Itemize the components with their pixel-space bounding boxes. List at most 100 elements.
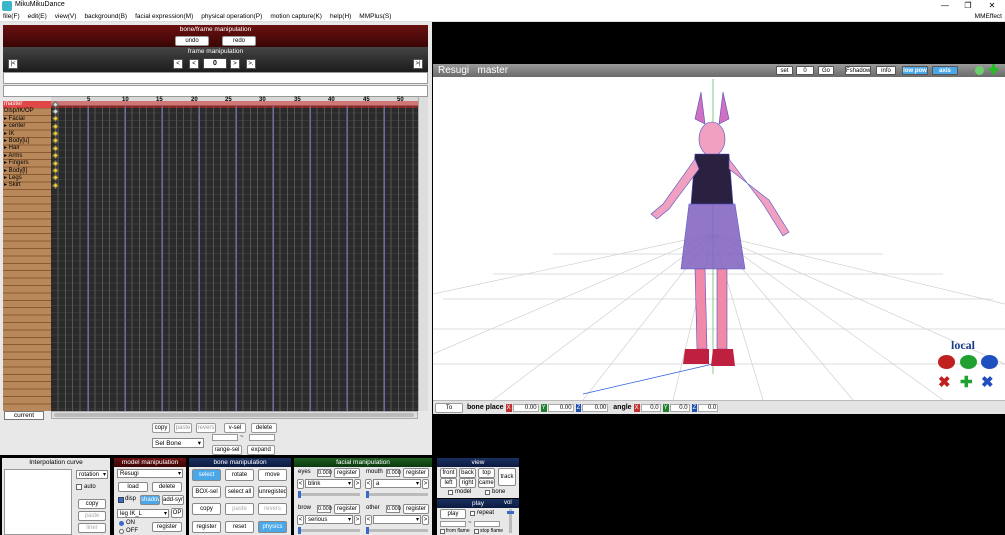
track-hair[interactable]: ▸ Hair (3, 145, 51, 152)
model-load-button[interactable]: load (118, 482, 148, 492)
slider-thumb[interactable] (298, 491, 301, 498)
view-front-button[interactable]: front (440, 468, 457, 478)
track-facial[interactable]: ▸ Facial (3, 116, 51, 123)
track-skirt[interactable]: ▸ Skirt (3, 182, 51, 189)
to-camera-button[interactable]: To camera (435, 402, 463, 420)
copy-frames-button[interactable]: copy (152, 423, 170, 433)
menu-mmeffect[interactable]: MMEffect (975, 12, 1002, 22)
brow-value-input[interactable]: 0.000 (317, 505, 332, 513)
pos-x-input[interactable]: 0.00 (512, 403, 539, 412)
other-slider[interactable] (366, 527, 428, 534)
eyes-register-button[interactable]: register (334, 468, 360, 478)
undo-button[interactable]: undo (175, 36, 209, 46)
unregistered-button[interactable]: unregisted (258, 486, 287, 498)
track-body-upper[interactable]: ▸ Body[u] (3, 138, 51, 145)
track-body-lower[interactable]: ▸ Body[l] (3, 168, 51, 175)
delete-frames-button[interactable]: delete (251, 423, 277, 433)
view-camera-button[interactable]: camer (478, 478, 495, 488)
timeline-grid[interactable] (51, 100, 418, 411)
interp-paste-button[interactable]: paste (78, 511, 106, 521)
rotate-z-icon[interactable] (981, 355, 998, 369)
pos-y-input[interactable]: 0.00 (547, 403, 574, 412)
interpolation-mode-dropdown[interactable]: rotation ▾ (76, 470, 108, 479)
volume-thumb[interactable] (507, 511, 514, 514)
from-frame-input[interactable] (440, 521, 466, 527)
expand-button[interactable]: expand (247, 445, 275, 455)
move-z-icon[interactable]: ✖ (981, 375, 994, 390)
eyes-morph-dropdown[interactable]: blink ▾ (305, 479, 353, 488)
menu-help[interactable]: help(H) (330, 12, 351, 22)
brow-slider[interactable] (298, 527, 360, 534)
on-radio[interactable] (119, 521, 124, 526)
slider-thumb[interactable] (298, 527, 301, 534)
bone-paste-button[interactable]: paste (225, 503, 254, 515)
bone-reset-button[interactable]: reset (225, 521, 254, 533)
op-button[interactable]: OP (171, 508, 183, 518)
redo-button[interactable]: redo (222, 36, 256, 46)
set-frame-input[interactable]: 0 (796, 66, 814, 75)
range-start-input[interactable] (212, 434, 238, 441)
model-delete-button[interactable]: delete (152, 482, 182, 492)
next-key-button[interactable]: >. (246, 59, 256, 69)
interp-liner-button[interactable]: liner (78, 523, 106, 533)
physics-button[interactable]: physics (258, 521, 287, 533)
timeline-vertical-scrollbar[interactable] (418, 97, 428, 411)
model-select-dropdown[interactable]: Resugi ▾ (117, 469, 183, 478)
stop-frame-input[interactable] (474, 521, 500, 527)
zoom-icon[interactable] (975, 66, 984, 75)
set-button[interactable]: set (776, 66, 793, 75)
menu-view[interactable]: view(V) (55, 12, 77, 22)
bone-move-button[interactable]: move (258, 469, 287, 481)
track-center[interactable]: ▸ center (3, 123, 51, 130)
bone-view-checkbox[interactable] (485, 490, 490, 495)
play-button[interactable]: play (440, 509, 466, 519)
info-button[interactable]: info (876, 66, 896, 75)
bone-reverse-button[interactable]: revers (258, 503, 287, 515)
model-register-button[interactable]: register (152, 522, 182, 532)
paste-frames-button[interactable]: paste (174, 423, 192, 433)
brow-prev-button[interactable]: < (297, 515, 304, 525)
brow-register-button[interactable]: register (334, 504, 360, 514)
view-back-button[interactable]: back (459, 468, 476, 478)
prev-key-button[interactable]: < (173, 59, 183, 69)
interp-copy-button[interactable]: copy (78, 499, 106, 509)
move-y-icon[interactable]: ✚ (960, 375, 973, 390)
close-button[interactable]: ✕ (982, 0, 1002, 12)
low-pow-button[interactable]: low pow (902, 66, 928, 75)
menu-edit[interactable]: edit(E) (28, 12, 47, 22)
mouth-value-input[interactable]: 0.000 (386, 469, 401, 477)
range-sel-button[interactable]: range-sel (212, 445, 242, 455)
range-end-input[interactable] (249, 434, 275, 441)
bone-rotate-button[interactable]: rotate (225, 469, 254, 481)
menu-motion-capture[interactable]: motion capture(K) (270, 12, 322, 22)
menu-physical-operation[interactable]: physical operation(P) (201, 12, 262, 22)
bone-select-button[interactable]: select (192, 469, 221, 481)
frame-number-input[interactable]: 0 (203, 58, 227, 69)
repeat-checkbox[interactable] (470, 511, 475, 516)
other-value-input[interactable]: 0.000 (386, 505, 401, 513)
menu-background[interactable]: background(B) (84, 12, 127, 22)
other-prev-button[interactable]: < (365, 515, 372, 525)
track-ik[interactable]: ▸ IK (3, 131, 51, 138)
track-master[interactable]: master (3, 101, 51, 109)
first-frame-button[interactable]: |< (8, 59, 18, 69)
interpolation-curve-canvas[interactable] (4, 469, 72, 535)
minimize-button[interactable]: — (935, 0, 955, 12)
shadow-button[interactable]: shadow (140, 495, 160, 505)
keyframe-marker[interactable] (51, 136, 60, 145)
view-track-button[interactable]: track (498, 468, 516, 486)
brow-next-button[interactable]: > (354, 515, 361, 525)
keyframe-marker[interactable] (51, 151, 60, 160)
brow-morph-dropdown[interactable]: serious ▾ (305, 515, 353, 524)
eyes-next-button[interactable]: > (354, 479, 361, 489)
track-legs[interactable]: ▸ Legs (3, 175, 51, 182)
v-sel-button[interactable]: v-sel (224, 423, 246, 433)
last-frame-button[interactable]: >| (413, 59, 423, 69)
slider-thumb[interactable] (366, 527, 369, 534)
scrollbar-thumb[interactable] (54, 413, 414, 417)
mouth-slider[interactable] (366, 491, 428, 498)
mouth-morph-dropdown[interactable]: a ▾ (373, 479, 421, 488)
ik-select-dropdown[interactable]: leg IK_L ▾ (117, 509, 169, 518)
menu-mmplus[interactable]: MMPlus(S) (359, 12, 391, 22)
bone-copy-button[interactable]: copy (192, 503, 221, 515)
